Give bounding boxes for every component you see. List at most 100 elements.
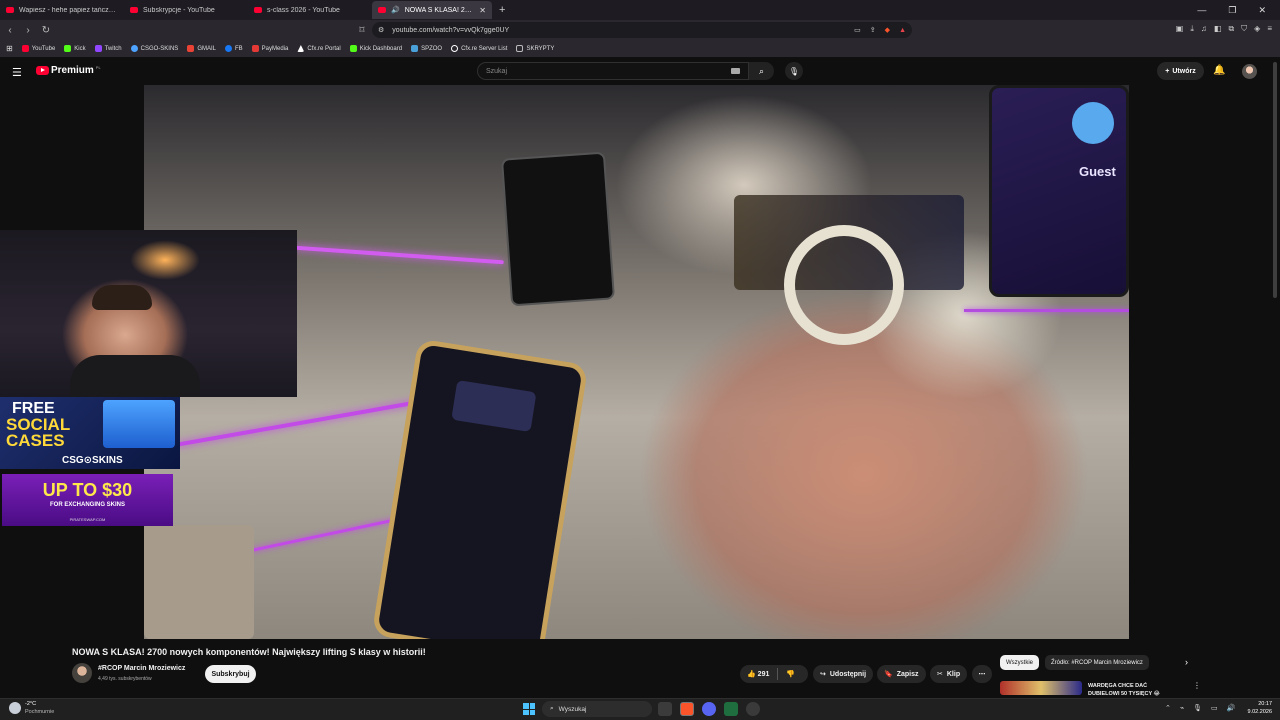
channel-avatar[interactable] (72, 663, 92, 683)
search-input[interactable]: Szukaj (477, 62, 749, 80)
paymedia-icon (251, 45, 259, 52)
recommendation-title[interactable]: WARDĘGA CHCE DAĆ DUBIELOWI 50 TYSIĘCY 😂 (1088, 682, 1178, 698)
discord-icon[interactable] (702, 702, 716, 716)
infotainment-screen: Guest (989, 85, 1129, 297)
menu-hamburger-icon[interactable]: ☰ (12, 66, 22, 79)
brave-shield-icon[interactable]: ◆ (885, 26, 890, 34)
download-icon[interactable]: ⤓ (1190, 24, 1194, 34)
url-actions: ▭ ⇪ ◆ ▲ (854, 26, 906, 35)
brave-browser-icon[interactable] (680, 702, 694, 716)
bookmark-spzoo[interactable]: SPZOO (411, 45, 442, 52)
share-icon[interactable]: ⇪ (870, 26, 876, 34)
subscribe-button[interactable]: Subskrybuj (205, 665, 256, 683)
tab-3[interactable]: s-class 2026 - YouTube (248, 1, 371, 19)
create-button[interactable]: + Utwórz (1157, 62, 1204, 80)
minimize-icon[interactable]: — (1197, 5, 1206, 16)
share-label: Udostępnij (829, 670, 867, 678)
bookmark-label: Twitch (104, 45, 122, 52)
site-info-icon[interactable]: ⚙ (378, 26, 384, 34)
close-tab-icon[interactable]: ✕ (479, 6, 486, 15)
tab-1[interactable]: Wapiesz - hehe papież tańczy - YouT (0, 1, 123, 19)
music-icon[interactable]: ♫ (1201, 24, 1207, 34)
url-field[interactable]: ⚙ youtube.com/watch?v=vvQk7gge0UY ▭ ⇪ ◆ … (372, 22, 912, 38)
search-icon: ⌕ (550, 705, 554, 712)
bookmark-kick[interactable]: Kick (64, 45, 86, 52)
save-label: Zapisz (896, 670, 919, 678)
bookmark-paymedia[interactable]: PayMedia (251, 45, 288, 52)
recommendation-thumbnail[interactable] (1000, 681, 1082, 695)
channel-name[interactable]: #RCOP Marcin Mroziewicz (98, 665, 185, 672)
account-avatar[interactable] (1242, 64, 1257, 79)
back-icon[interactable]: ‹ (2, 25, 18, 36)
bookmark-icon[interactable]: ⌑ (354, 25, 370, 36)
excel-icon[interactable] (724, 702, 738, 716)
taskbar-clock[interactable]: 20:17 9.02.2026 (1238, 701, 1272, 715)
ad-brand: PIRATESWAP.COM (69, 517, 106, 522)
reload-icon[interactable]: ↻ (38, 25, 54, 36)
shield-icon[interactable]: ⛉ (1241, 24, 1247, 34)
twitch-icon (94, 45, 102, 52)
menu-icon[interactable]: ≡ (1267, 24, 1272, 34)
guest-avatar-icon (1072, 102, 1114, 144)
csgo-skins-ad: FREE SOCIAL CASES CSG⊙SKINS (0, 397, 180, 469)
youtube-favicon-icon (254, 7, 262, 13)
sidebar-icon[interactable]: ◧ (1214, 24, 1222, 34)
chevron-up-icon[interactable]: ⌃ (1165, 704, 1171, 712)
taskbar-search[interactable]: ⌕ Wyszukaj (542, 701, 652, 717)
app-icon[interactable] (746, 702, 760, 716)
keyboard-icon[interactable] (731, 68, 740, 74)
bookmark-cfx-portal[interactable]: Cfx.re Portal (297, 45, 341, 52)
screen-icon[interactable]: ▭ (854, 26, 861, 34)
share-button[interactable]: ↪ Udostępnij (813, 665, 874, 683)
voice-search-button[interactable]: 🎙 (785, 62, 803, 80)
bookmark-twitch[interactable]: Twitch (94, 45, 122, 52)
bookmark-fb[interactable]: FB (225, 45, 243, 52)
like-button[interactable]: 👍 291 (747, 670, 769, 678)
youtube-logo[interactable]: Premium PL (36, 65, 101, 76)
apps-grid-icon[interactable]: ⊞ (6, 44, 13, 53)
display-icon[interactable]: ▭ (1211, 704, 1218, 712)
chip-all[interactable]: Wszystkie (1000, 655, 1039, 670)
more-vertical-icon[interactable]: ⋮ (1193, 681, 1201, 690)
maximize-icon[interactable]: ❐ (1228, 5, 1236, 16)
windows-taskbar: -2°C Pochmurnie ⌕ Wyszukaj ⌃ ⌁ 🎙 ▭ 🔊 20:1… (0, 698, 1280, 720)
task-view-icon[interactable] (658, 702, 672, 716)
tab-2[interactable]: Subskrypcje - YouTube (124, 1, 247, 19)
microphone-icon[interactable]: 🎙 (1193, 704, 1202, 712)
search-button[interactable]: ⌕ (749, 62, 774, 80)
forward-icon[interactable]: › (20, 25, 36, 36)
new-tab-button[interactable]: + (493, 4, 511, 16)
bookmark-skrypty[interactable]: SKRYPTY (516, 45, 554, 52)
audio-icon[interactable]: 🔊 (391, 6, 400, 14)
bookmark-gmail[interactable]: GMAIL (187, 45, 216, 52)
tab-4-active[interactable]: 🔊 NOWA S KLASA! 2700 nowych ✕ (372, 1, 492, 19)
bookmark-csgo-skins[interactable]: CSGO-SKINS (130, 45, 178, 52)
windows-start-icon[interactable] (523, 703, 535, 715)
ad-sub-text: FOR EXCHANGING SKINS (49, 502, 125, 508)
ad-brand: CSG⊙SKINS (62, 455, 123, 466)
wallet-icon[interactable]: ▣ (1176, 24, 1184, 34)
bookmark-youtube[interactable]: YouTube (21, 45, 55, 52)
volume-icon[interactable]: 🔊 (1227, 704, 1236, 712)
more-actions-button[interactable]: ⋯ (972, 665, 992, 683)
notifications-bell-icon[interactable]: 🔔 (1213, 65, 1225, 76)
bookmark-cfx-server-list[interactable]: Cfx.re Server List (451, 45, 507, 52)
bookmark-label: SPZOO (421, 45, 443, 52)
extensions-area: ▣ ⤓ ♫ ◧ ⧉ ⛉ ◈ ≡ (1176, 24, 1272, 34)
clip-button[interactable]: ✂ Klip (930, 665, 968, 683)
save-button[interactable]: 🔖 Zapisz (877, 665, 926, 683)
bookmark-kick-dashboard[interactable]: Kick Dashboard (349, 45, 402, 52)
webcam-overlay (0, 230, 297, 397)
dislike-button[interactable]: 👎 (786, 670, 795, 678)
vpn-icon[interactable]: ◈ (1254, 24, 1260, 34)
close-window-icon[interactable]: ✕ (1258, 5, 1266, 16)
rewards-icon[interactable]: ▲ (899, 27, 906, 34)
chevron-right-icon[interactable]: › (1185, 657, 1188, 667)
tab-label: Wapiesz - hehe papież tańczy - YouT (19, 6, 117, 14)
network-icon[interactable]: ⌁ (1180, 704, 1184, 712)
page-scrollbar[interactable] (1273, 62, 1277, 298)
weather-cloud-icon[interactable] (9, 702, 21, 714)
chip-source[interactable]: Źródło: #RCOP Marcin Mroziewicz (1045, 655, 1149, 670)
share-arrow-icon: ↪ (820, 671, 826, 678)
extension-icon[interactable]: ⧉ (1228, 24, 1234, 34)
